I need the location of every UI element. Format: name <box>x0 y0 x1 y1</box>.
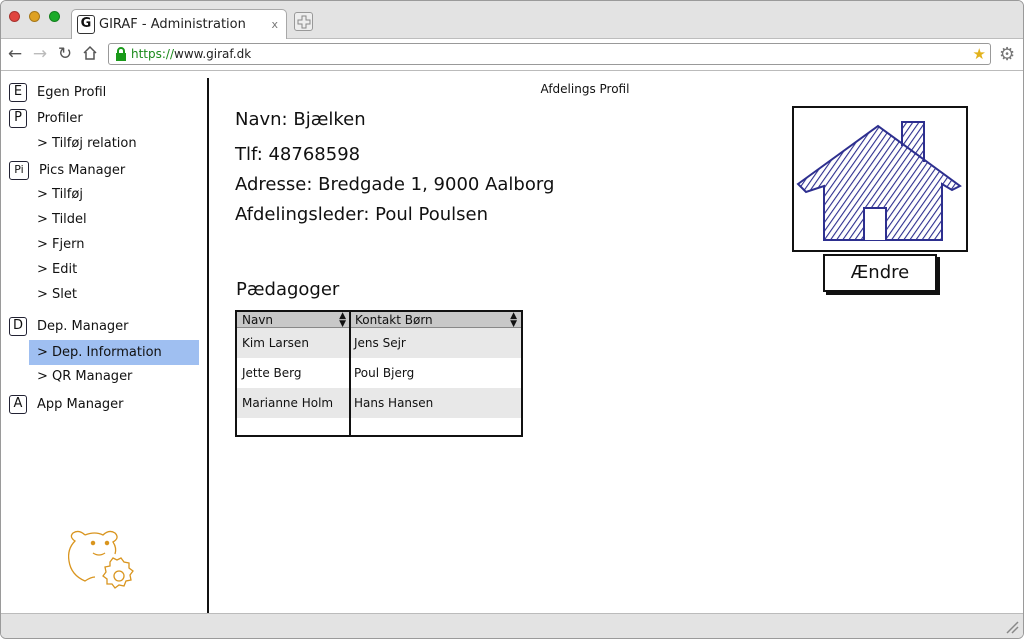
browser-tab[interactable]: G GIRAF - Administration x <box>71 9 287 40</box>
home-icon[interactable] <box>81 45 99 63</box>
tab-close-icon[interactable]: x <box>271 18 278 31</box>
sidebar-subitem-slet[interactable]: > Slet <box>37 287 77 302</box>
giraf-logo-icon <box>67 530 134 589</box>
resize-grip-icon[interactable] <box>1005 620 1019 634</box>
sidebar-subitem-dep-information[interactable]: > Dep. Information <box>29 340 199 365</box>
column-divider <box>349 312 351 435</box>
table-cell: Kim Larsen <box>242 336 309 350</box>
d-badge-icon: D <box>9 316 27 336</box>
page-content: E Egen Profil P Profiler > Tilføj relati… <box>1 72 1023 614</box>
table-row[interactable]: Jette Berg Poul Bjerg <box>237 358 521 388</box>
table-cell: Marianne Holm <box>242 396 334 410</box>
pi-badge-icon: Pi <box>9 160 29 180</box>
p-badge-icon: P <box>9 108 27 128</box>
browser-window: G GIRAF - Administration x ← → ↻ https:/… <box>0 0 1024 639</box>
table-cell: Hans Hansen <box>354 396 434 410</box>
column-header-navn[interactable]: Navn ▲ ▼ <box>237 312 350 329</box>
house-icon <box>796 121 962 241</box>
column-header-kontakt-born[interactable]: Kontakt Børn ▲ ▼ <box>350 312 521 329</box>
table-cell: Jens Sejr <box>354 336 406 350</box>
plus-icon <box>297 15 311 29</box>
sidebar-item-label: App Manager <box>37 396 124 412</box>
department-phone: Tlf: 48768598 <box>235 144 361 165</box>
lock-icon <box>116 47 126 61</box>
department-leader: Afdelingsleder: Poul Poulsen <box>235 204 489 225</box>
sidebar-subitem-tildel[interactable]: > Tildel <box>37 212 87 227</box>
bookmark-star-icon[interactable]: ★ <box>973 45 986 63</box>
sidebar-item-label: Egen Profil <box>37 84 107 100</box>
table-row[interactable]: Kim Larsen Jens Sejr <box>237 328 521 358</box>
sort-icon[interactable]: ▲ ▼ <box>510 312 517 329</box>
sidebar-item-pics-manager[interactable]: Pi Pics Manager <box>9 159 125 181</box>
pedagogues-title: Pædagoger <box>236 279 340 300</box>
forward-arrow-icon[interactable]: → <box>31 45 49 63</box>
tab-title: GIRAF - Administration <box>99 17 246 32</box>
url-text: https://www.giraf.dk <box>131 47 252 61</box>
status-bar <box>1 613 1023 638</box>
maximize-window-button[interactable] <box>49 11 60 22</box>
reload-icon[interactable]: ↻ <box>56 45 74 63</box>
new-tab-button[interactable] <box>294 12 313 31</box>
e-badge-icon: E <box>9 82 27 102</box>
sidebar-subitem-edit[interactable]: > Edit <box>37 262 77 277</box>
table-cell: Poul Bjerg <box>354 366 415 380</box>
sidebar-item-label: Profiler <box>37 110 83 126</box>
sidebar-divider <box>207 78 209 614</box>
sidebar-subitem-fjern[interactable]: > Fjern <box>37 237 84 252</box>
department-name: Navn: Bjælken <box>235 109 366 130</box>
department-image <box>792 106 968 252</box>
sidebar-item-egen-profil[interactable]: E Egen Profil <box>9 81 106 103</box>
sidebar-subitem-qr-manager[interactable]: > QR Manager <box>37 369 132 384</box>
close-window-button[interactable] <box>9 11 20 22</box>
sidebar-item-app-manager[interactable]: A App Manager <box>9 393 124 415</box>
page-title: Afdelings Profil <box>540 82 630 96</box>
title-bar: G GIRAF - Administration x <box>1 1 1023 40</box>
table-cell: Jette Berg <box>242 366 302 380</box>
back-arrow-icon[interactable]: ← <box>6 45 24 63</box>
sidebar-subitem-tilfoj-relation[interactable]: > Tilføj relation <box>37 136 137 151</box>
sidebar-item-label: Pics Manager <box>39 162 126 178</box>
sort-icon[interactable]: ▲ ▼ <box>339 312 346 329</box>
sidebar-item-profiler[interactable]: P Profiler <box>9 107 83 129</box>
sidebar: E Egen Profil P Profiler > Tilføj relati… <box>1 72 208 612</box>
sidebar-item-label: Dep. Manager <box>37 318 129 334</box>
minimize-window-button[interactable] <box>29 11 40 22</box>
change-image-button[interactable]: Ændre <box>823 254 937 292</box>
settings-gear-icon[interactable]: ⚙ <box>999 44 1015 65</box>
a-badge-icon: A <box>9 394 27 414</box>
sidebar-subitem-tilfoj[interactable]: > Tilføj <box>37 187 83 202</box>
address-bar[interactable]: https://www.giraf.dk ★ <box>108 43 991 65</box>
browser-toolbar: ← → ↻ https://www.giraf.dk ★ ⚙ <box>1 39 1023 71</box>
giraf-favicon-icon: G <box>77 15 95 34</box>
department-address: Adresse: Bredgade 1, 9000 Aalborg <box>235 174 555 195</box>
table-row[interactable]: Marianne Holm Hans Hansen <box>237 388 521 418</box>
pedagogues-table: Navn ▲ ▼ Kontakt Børn ▲ ▼ Kim Larsen Jens … <box>235 310 523 437</box>
sidebar-item-dep-manager[interactable]: D Dep. Manager <box>9 315 129 337</box>
